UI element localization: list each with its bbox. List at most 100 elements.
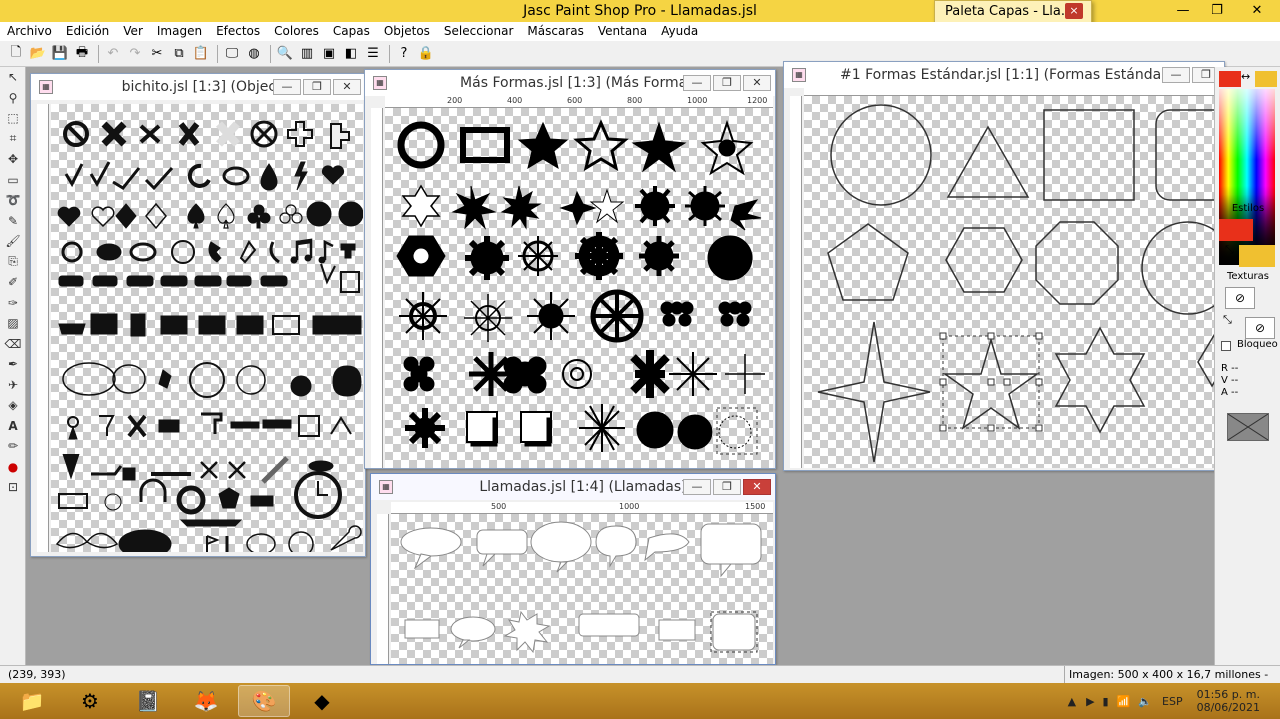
swap-textures-icon[interactable]: ⤡ [1223,313,1232,327]
restore-icon[interactable]: ❐ [1200,0,1234,22]
image-canvas[interactable] [391,514,773,664]
minimize-icon[interactable]: — [1162,67,1190,83]
maximize-icon[interactable]: ❐ [713,479,741,495]
minimize-icon[interactable]: — [683,75,711,91]
save-icon[interactable]: 💾 [50,44,70,64]
color-preview-icon[interactable] [1227,413,1269,441]
histogram-icon[interactable]: ▥ [297,44,317,64]
document-title-bar[interactable]: ▦ bichito.jsl [1:3] (Objects) — ❐ ✕ [31,74,365,100]
picture-tube-icon[interactable]: ✒ [0,354,26,375]
tray-app-icon[interactable]: ▶ [1086,695,1094,708]
style-swatch-background[interactable] [1239,245,1275,267]
menu-colores[interactable]: Colores [267,22,326,41]
texture-none-icon[interactable]: ⊘ [1225,287,1255,309]
crop-tool-icon[interactable]: ⌗ [0,129,26,150]
clock[interactable]: 01:56 p. m. 08/06/2021 [1197,688,1260,714]
menu-ver[interactable]: Ver [116,22,150,41]
document-title-bar[interactable]: ▦ Llamadas.jsl [1:4] (Llamadas) — ❐ ✕ [371,474,775,500]
preset-shape-icon[interactable]: ● [0,457,26,478]
minimize-icon[interactable]: — [683,479,711,495]
background-color-swatch[interactable] [1255,71,1277,87]
notebook-icon[interactable]: 📓 [122,685,174,717]
fill-tool-icon[interactable]: ◈ [0,395,26,416]
document-title-bar[interactable]: ▦ Más Formas.jsl [1:3] (Más Formas) — ❐ ✕ [365,70,775,96]
close-icon[interactable]: × [1065,3,1083,19]
text-tool-icon[interactable]: A [0,416,26,437]
network-icon[interactable]: 📶 [1117,695,1131,708]
print-icon[interactable]: 🖶 [72,44,92,64]
maximize-icon[interactable]: ❐ [303,79,331,95]
draw-tool-icon[interactable]: ✏ [0,436,26,457]
close-icon[interactable]: ✕ [743,75,771,91]
eraser-tool-icon[interactable]: ⌫ [0,334,26,355]
airbrush-tool-icon[interactable]: ✈ [0,375,26,396]
volume-icon[interactable]: 🔈 [1138,695,1152,708]
lasso-tool-icon[interactable]: ➰ [0,190,26,211]
swap-styles-icon[interactable]: ⤡ [1225,243,1234,257]
overview-icon[interactable]: ▣ [319,44,339,64]
open-folder-icon[interactable]: 📂 [28,44,48,64]
browser-icon[interactable]: ◍ [244,44,264,64]
zoom-tool-icon[interactable]: ⚲ [0,88,26,109]
deform-tool-icon[interactable]: ⬚ [0,108,26,129]
paintbrush-tool-icon[interactable]: 🖌 [0,231,26,252]
document-window-formas-estandar[interactable]: ▦ #1 Formas Estándar.jsl [1:1] (Formas E… [783,61,1225,471]
minimize-icon[interactable]: — [273,79,301,95]
style-swatch-foreground[interactable] [1219,219,1253,241]
menu-archivo[interactable]: Archivo [0,22,59,41]
zoom-icon[interactable]: 🔍 [275,44,295,64]
selection-tool-icon[interactable]: ▭ [0,170,26,191]
foreground-color-swatch[interactable] [1219,71,1241,87]
tray-up-arrow-icon[interactable]: ▲ [1068,695,1076,708]
document-window-mas-formas[interactable]: ▦ Más Formas.jsl [1:3] (Más Formas) — ❐ ✕ … [364,69,776,469]
file-explorer-icon[interactable]: 📁 [6,685,58,717]
arrow-tool-icon[interactable]: ↖ [0,67,26,88]
scratch-remover-icon[interactable]: ▨ [0,313,26,334]
menu-edicion[interactable]: Edición [59,22,116,41]
lock-checkbox[interactable] [1221,341,1231,351]
move-tool-icon[interactable]: ✥ [0,149,26,170]
document-window-llamadas[interactable]: ▦ Llamadas.jsl [1:4] (Llamadas) — ❐ ✕ 500 … [370,473,776,665]
menu-ventana[interactable]: Ventana [591,22,654,41]
tray-battery-icon[interactable]: ▮ [1103,695,1109,708]
image-canvas[interactable] [804,96,1222,468]
control-panel-icon[interactable]: ⚙ [64,685,116,717]
language-indicator[interactable]: ESP [1162,695,1183,708]
menu-imagen[interactable]: Imagen [150,22,209,41]
menu-seleccionar[interactable]: Seleccionar [437,22,520,41]
close-icon[interactable]: ✕ [333,79,361,95]
controls-icon[interactable]: ☰ [363,44,383,64]
image-canvas[interactable] [51,104,363,552]
swap-colors-icon[interactable]: ↔ [1241,70,1250,83]
menu-mascaras[interactable]: Máscaras [520,22,590,41]
menu-capas[interactable]: Capas [326,22,377,41]
firefox-icon[interactable]: 🦊 [180,685,232,717]
help-icon[interactable]: ? [394,44,414,64]
document-window-bichito[interactable]: ▦ bichito.jsl [1:3] (Objects) — ❐ ✕ [30,73,366,557]
texture-none-icon-2[interactable]: ⊘ [1245,317,1275,339]
retouch-tool-icon[interactable]: ✑ [0,293,26,314]
close-icon[interactable]: ✕ [743,479,771,495]
copy-icon[interactable]: ⧉ [169,44,189,64]
color-replacer-icon[interactable]: ✐ [0,272,26,293]
undo-icon[interactable]: ↶ [103,44,123,64]
new-file-icon[interactable]: 🗋 [6,44,26,64]
redo-icon[interactable]: ↷ [125,44,145,64]
object-selector-icon[interactable]: ⊡ [0,477,26,498]
minimize-icon[interactable]: — [1166,0,1200,22]
menu-ayuda[interactable]: Ayuda [654,22,705,41]
paint-shop-pro-icon[interactable]: 🎨 [238,685,290,717]
menu-objetos[interactable]: Objetos [377,22,437,41]
maximize-icon[interactable]: ❐ [713,75,741,91]
menu-efectos[interactable]: Efectos [209,22,267,41]
monitor-icon[interactable]: 🖵 [222,44,242,64]
dropper-tool-icon[interactable]: ✎ [0,211,26,232]
close-icon[interactable]: ✕ [1234,0,1280,22]
app-shortcut-icon[interactable]: ◆ [296,685,348,717]
clone-tool-icon[interactable]: ⎘ [0,252,26,273]
cut-icon[interactable]: ✂ [147,44,167,64]
paste-icon[interactable]: 📋 [191,44,211,64]
layers-icon[interactable]: ◧ [341,44,361,64]
image-canvas[interactable] [385,108,773,468]
lock-icon[interactable]: 🔒 [416,44,436,64]
